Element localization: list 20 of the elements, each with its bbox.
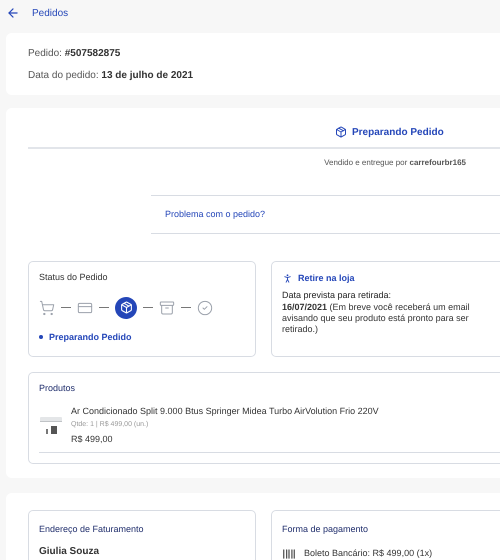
barcode-icon <box>282 546 296 560</box>
current-status: Preparando Pedido <box>49 330 132 344</box>
billing-title: Endereço de Faturamento <box>39 523 145 536</box>
shipment-status: Preparando Pedido <box>352 126 444 140</box>
package-icon <box>335 126 347 138</box>
order-date: Data do pedido: 13 de julho de 2021 <box>28 68 194 82</box>
product-price: R$ 499,00 <box>71 432 114 446</box>
status-title: Status do Pedido <box>39 271 109 284</box>
pickup-label: Data prevista para retirada: <box>282 288 392 302</box>
products-title: Produtos <box>39 382 76 395</box>
payment-method: Boleto Bancário: R$ 499,00 (1x) <box>304 546 432 560</box>
pickup-title: Retire na loja <box>298 272 355 285</box>
order-number: Pedido: #507582875 <box>28 46 122 60</box>
problem-link[interactable]: Problema com o pedido? <box>165 208 266 222</box>
pickup-text: 16/07/2021 (Em breve você receberá um email avisando que seu produto está pronto para ser retirado.) <box>282 302 471 335</box>
seller-text: Vendido e entregue por carrefourbr165 <box>324 157 466 169</box>
back-link[interactable]: Pedidos <box>32 6 68 20</box>
customer-name: Giulia Souza <box>39 544 100 558</box>
payment-title: Forma de pagamento <box>282 523 370 536</box>
product-name[interactable]: Ar Condicionado Split 9.000 Btus Springer Midea Turbo AirVolution Frio 220V <box>71 404 379 418</box>
